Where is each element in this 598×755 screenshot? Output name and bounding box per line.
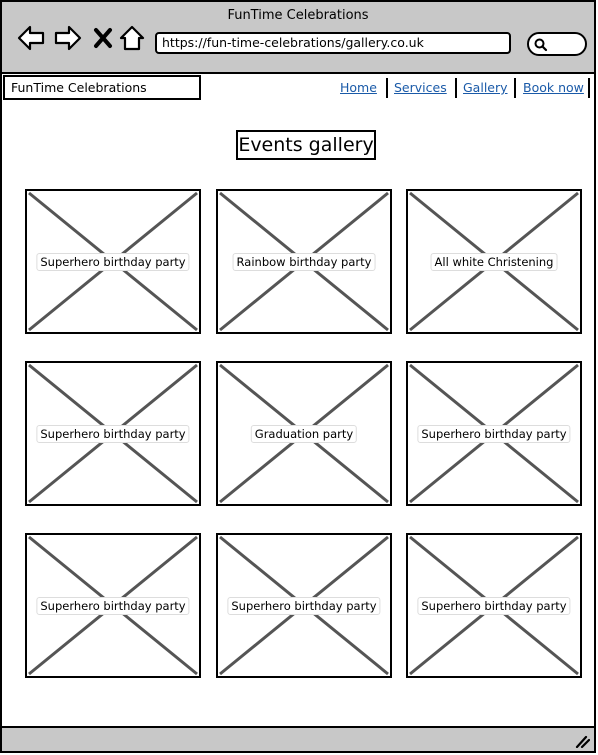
browser-toolbar: FunTime Celebrations https://fun-time-ce… — [2, 2, 594, 74]
search-icon — [534, 38, 548, 52]
nav-gallery-link[interactable]: Gallery — [463, 78, 508, 98]
gallery-tile-caption: Superhero birthday party — [36, 596, 190, 615]
resize-grip-icon[interactable] — [574, 734, 590, 748]
gallery-tile-caption: All white Christening — [430, 252, 558, 271]
gallery-tile[interactable]: All white Christening — [406, 189, 582, 334]
gallery-tile[interactable]: Superhero birthday party — [25, 189, 201, 334]
gallery-tile-caption: Superhero birthday party — [36, 424, 190, 443]
address-bar[interactable]: https://fun-time-celebrations/gallery.co… — [155, 32, 511, 54]
gallery-tile[interactable]: Superhero birthday party — [216, 533, 392, 678]
gallery-tile[interactable]: Superhero birthday party — [25, 533, 201, 678]
gallery-tile-caption: Superhero birthday party — [417, 596, 571, 615]
nav-home-link[interactable]: Home — [340, 78, 377, 98]
gallery-tile-caption: Superhero birthday party — [417, 424, 571, 443]
site-brand[interactable]: FunTime Celebrations — [3, 75, 201, 100]
back-arrow-icon[interactable] — [16, 23, 46, 53]
gallery-tile[interactable]: Graduation party — [216, 361, 392, 506]
forward-arrow-icon[interactable] — [53, 23, 83, 53]
nav-divider — [386, 78, 388, 98]
close-icon[interactable] — [90, 23, 120, 53]
nav-divider — [455, 78, 457, 98]
gallery-tile[interactable]: Rainbow birthday party — [216, 189, 392, 334]
gallery-tile[interactable]: Superhero birthday party — [406, 533, 582, 678]
home-icon[interactable] — [118, 23, 148, 53]
nav-services-link[interactable]: Services — [394, 78, 447, 98]
page-title: Events gallery — [236, 130, 376, 160]
gallery-tile[interactable]: Superhero birthday party — [25, 361, 201, 506]
status-bar — [2, 726, 594, 751]
gallery-tile-caption: Graduation party — [250, 424, 358, 443]
search-box[interactable] — [527, 32, 587, 56]
browser-window: FunTime Celebrations https://fun-time-ce… — [0, 0, 596, 753]
window-title: FunTime Celebrations — [227, 8, 369, 23]
nav-divider — [588, 78, 590, 98]
gallery-tile-caption: Superhero birthday party — [36, 252, 190, 271]
gallery-tile-caption: Rainbow birthday party — [232, 252, 376, 271]
nav-divider — [514, 78, 516, 98]
gallery-tile[interactable]: Superhero birthday party — [406, 361, 582, 506]
nav-book-now-link[interactable]: Book now — [523, 78, 584, 98]
gallery-tile-caption: Superhero birthday party — [227, 596, 381, 615]
